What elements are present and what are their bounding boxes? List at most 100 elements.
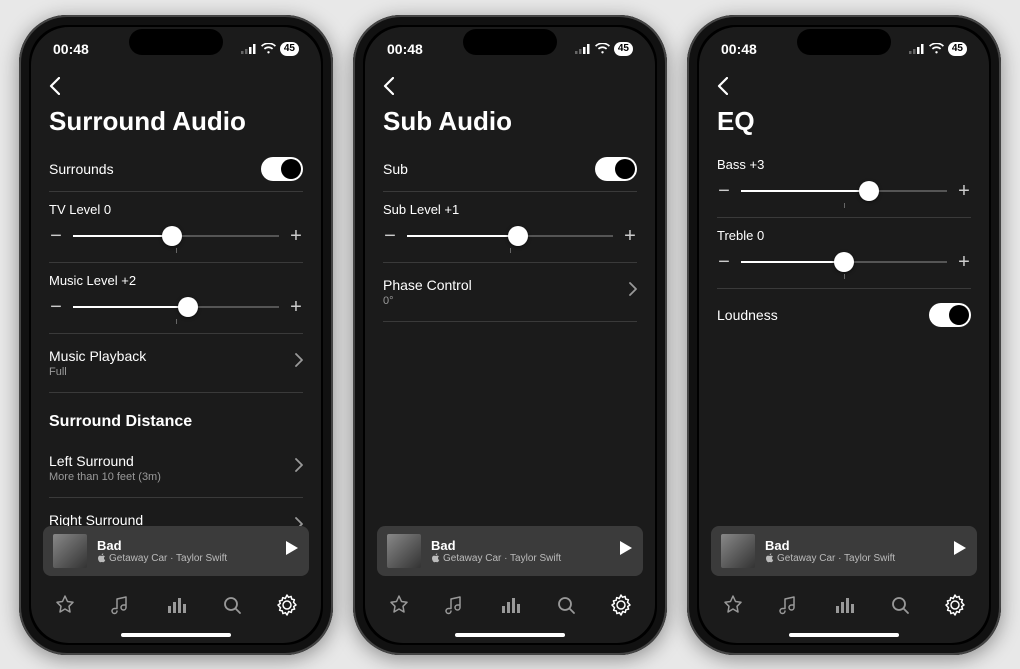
left-surround-value: More than 10 feet (3m) [49, 471, 161, 483]
star-icon [54, 594, 76, 616]
surrounds-toggle[interactable] [261, 157, 303, 181]
tab-music[interactable] [439, 590, 469, 625]
apple-icon [97, 553, 106, 563]
now-playing-subtitle: Getaway Car · Taylor Swift [443, 553, 561, 564]
left-surround-row[interactable]: Left Surround More than 10 feet (3m) [49, 439, 303, 498]
music-level-plus[interactable]: + [289, 296, 303, 319]
music-level-label: Music Level +2 [49, 273, 303, 288]
treble-minus[interactable]: − [717, 251, 731, 274]
battery-pill: 45 [948, 42, 967, 56]
tv-level-minus[interactable]: − [49, 225, 63, 248]
music-playback-row[interactable]: Music Playback Full [49, 334, 303, 393]
home-indicator[interactable] [789, 633, 899, 637]
tab-system[interactable] [161, 590, 191, 625]
back-button[interactable] [49, 77, 60, 99]
tab-favorites[interactable] [718, 590, 748, 625]
home-indicator[interactable] [455, 633, 565, 637]
page-title: Surround Audio [31, 102, 321, 147]
tab-search[interactable] [885, 590, 915, 625]
loudness-toggle[interactable] [929, 303, 971, 327]
bass-plus[interactable]: + [957, 180, 971, 203]
left-surround-label: Left Surround [49, 453, 161, 469]
star-icon [722, 594, 744, 616]
bars-icon [833, 594, 855, 616]
treble-slider[interactable] [741, 252, 947, 272]
tv-level-slider[interactable] [73, 226, 279, 246]
page-title: Sub Audio [365, 102, 655, 147]
chevron-right-icon [295, 517, 303, 526]
home-indicator[interactable] [121, 633, 231, 637]
wifi-icon [595, 43, 610, 54]
tab-bar [699, 582, 989, 629]
treble-plus[interactable]: + [957, 251, 971, 274]
tab-search[interactable] [217, 590, 247, 625]
tab-favorites[interactable] [384, 590, 414, 625]
dynamic-island [463, 29, 557, 55]
now-playing-title: Bad [431, 538, 609, 553]
play-button[interactable] [619, 540, 633, 561]
tab-music[interactable] [105, 590, 135, 625]
wifi-icon [929, 43, 944, 54]
back-button[interactable] [717, 77, 728, 99]
chevron-left-icon [717, 77, 728, 95]
play-button[interactable] [285, 540, 299, 561]
bass-minus[interactable]: − [717, 180, 731, 203]
screen: 00:48 45 Sub Audio Sub Sub Level +1 [365, 27, 655, 643]
tab-settings[interactable] [272, 590, 302, 625]
search-icon [555, 594, 577, 616]
search-icon [221, 594, 243, 616]
phase-control-label: Phase Control [383, 277, 472, 293]
now-playing-bar[interactable]: Bad Getaway Car · Taylor Swift [377, 526, 643, 576]
sub-level-slider[interactable] [407, 226, 613, 246]
music-note-icon [109, 594, 131, 616]
status-icons: 45 [241, 42, 299, 56]
tab-settings[interactable] [606, 590, 636, 625]
loudness-label: Loudness [717, 307, 778, 323]
gear-icon [276, 594, 298, 616]
surround-distance-header: Surround Distance [49, 393, 303, 439]
album-art [387, 534, 421, 568]
sub-level-minus[interactable]: − [383, 225, 397, 248]
bars-icon [499, 594, 521, 616]
right-surround-row[interactable]: Right Surround More than 10 feet (3m) [49, 498, 303, 526]
music-note-icon [777, 594, 799, 616]
bars-icon [165, 594, 187, 616]
bass-slider[interactable] [741, 181, 947, 201]
tab-settings[interactable] [940, 590, 970, 625]
status-icons: 45 [909, 42, 967, 56]
music-level-minus[interactable]: − [49, 296, 63, 319]
cellular-icon [241, 44, 257, 54]
tv-level-label: TV Level 0 [49, 202, 303, 217]
status-time: 00:48 [53, 41, 89, 57]
tab-favorites[interactable] [50, 590, 80, 625]
tab-music[interactable] [773, 590, 803, 625]
music-level-slider[interactable] [73, 297, 279, 317]
play-button[interactable] [953, 540, 967, 561]
dynamic-island [129, 29, 223, 55]
apple-icon [765, 553, 774, 563]
sub-level-plus[interactable]: + [623, 225, 637, 248]
now-playing-subtitle: Getaway Car · Taylor Swift [777, 553, 895, 564]
dynamic-island [797, 29, 891, 55]
back-button[interactable] [383, 77, 394, 99]
now-playing-bar[interactable]: Bad Getaway Car · Taylor Swift [711, 526, 977, 576]
chevron-right-icon [629, 282, 637, 301]
tab-system[interactable] [495, 590, 525, 625]
sub-toggle[interactable] [595, 157, 637, 181]
tab-system[interactable] [829, 590, 859, 625]
phase-control-value: 0° [383, 295, 472, 307]
tv-level-plus[interactable]: + [289, 225, 303, 248]
now-playing-title: Bad [765, 538, 943, 553]
status-time: 00:48 [387, 41, 423, 57]
wifi-icon [261, 43, 276, 54]
chevron-right-icon [295, 458, 303, 477]
gear-icon [944, 594, 966, 616]
phase-control-row[interactable]: Phase Control 0° [383, 263, 637, 322]
chevron-left-icon [49, 77, 60, 95]
tab-search[interactable] [551, 590, 581, 625]
surrounds-label: Surrounds [49, 161, 114, 177]
now-playing-bar[interactable]: Bad Getaway Car · Taylor Swift [43, 526, 309, 576]
screen: 00:48 45 Surround Audio Surrounds TV Lev… [31, 27, 321, 643]
status-icons: 45 [575, 42, 633, 56]
page-title: EQ [699, 102, 989, 147]
